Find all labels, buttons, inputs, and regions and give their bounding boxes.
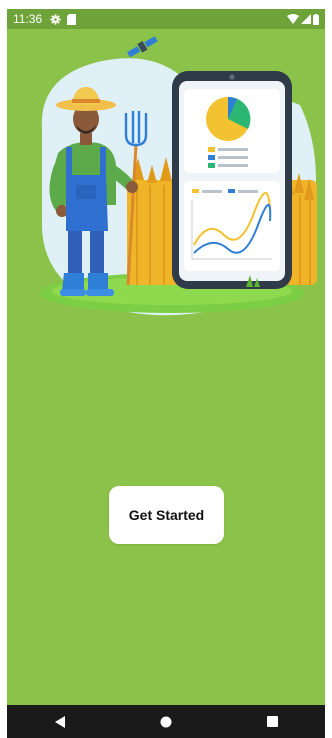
- onboarding-screen: Get Started: [7, 29, 325, 705]
- status-bar: 11:36: [7, 9, 325, 29]
- back-button[interactable]: [40, 707, 80, 737]
- gear-icon: [50, 13, 61, 25]
- recents-icon: [266, 716, 278, 727]
- navigation-bar: [7, 705, 325, 738]
- home-icon: [160, 716, 172, 728]
- back-icon: [55, 715, 65, 728]
- status-right-icons: [287, 13, 319, 25]
- battery-icon: [313, 13, 319, 25]
- recents-button[interactable]: [252, 707, 292, 737]
- get-started-button[interactable]: Get Started: [109, 486, 224, 544]
- home-button[interactable]: [146, 707, 186, 737]
- status-time: 11:36: [13, 12, 43, 26]
- wifi-icon: [287, 14, 299, 24]
- status-left-icons: [50, 13, 77, 25]
- hero-illustration: [32, 35, 322, 325]
- phone-screen: 11:36 Get Started: [0, 0, 332, 738]
- cellular-signal-icon: [301, 14, 311, 24]
- sim-card-icon: [67, 13, 77, 25]
